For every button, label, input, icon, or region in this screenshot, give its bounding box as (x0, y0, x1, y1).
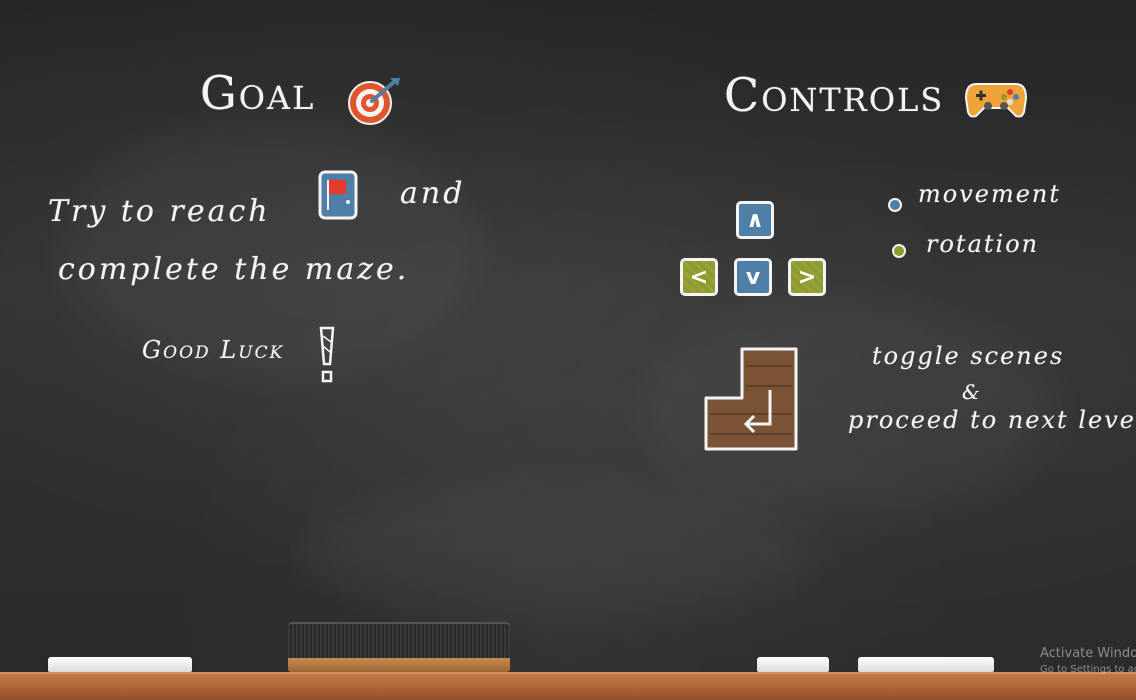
proceed-next-level-text: proceed to next level (848, 406, 1136, 434)
eraser-handle (288, 658, 510, 672)
rotation-legend-label: rotation (926, 230, 1040, 258)
goal-line1-start: Try to reach (48, 194, 271, 229)
chalkboard-eraser (288, 622, 510, 672)
rotation-legend-dot (892, 244, 906, 258)
target-icon (346, 76, 402, 126)
movement-legend-dot (888, 198, 902, 212)
down-arrow-key: v (734, 258, 772, 296)
left-arrow-key: < (680, 258, 718, 296)
enter-key-icon (702, 346, 800, 452)
chalkboard: Goal Try to reach and complete the maze.… (0, 0, 1136, 700)
movement-legend-label: movement (918, 180, 1062, 208)
exclamation-mark (318, 326, 336, 384)
exit-door-flag-icon (318, 170, 358, 220)
eraser-felt (288, 622, 510, 660)
activation-watermark-subtitle: Go to Settings to ac (1040, 664, 1136, 675)
goal-line1-end: and (400, 176, 466, 211)
toggle-scenes-text: toggle scenes (872, 342, 1065, 370)
chalkboard-ledge (0, 672, 1136, 700)
up-arrow-key: ∧ (736, 201, 774, 239)
ampersand-text: & (962, 380, 982, 404)
chalk-stick (757, 657, 829, 673)
goal-title: Goal (200, 66, 316, 120)
right-arrow-key: > (788, 258, 826, 296)
controls-title: Controls (724, 68, 945, 122)
activation-watermark-title: Activate Windo (1040, 646, 1136, 661)
gamepad-icon (964, 78, 1028, 120)
chalk-smudge (300, 480, 820, 620)
chalk-stick (858, 657, 994, 673)
chalk-stick (48, 657, 192, 673)
good-luck-text: Good Luck (142, 336, 285, 364)
goal-line2: complete the maze. (58, 252, 410, 287)
